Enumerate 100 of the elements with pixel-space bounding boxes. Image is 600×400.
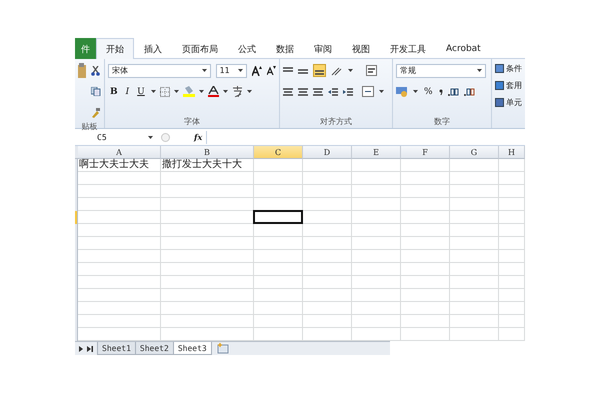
- table-cell: [254, 185, 303, 198]
- column-header[interactable]: E: [352, 146, 401, 159]
- caret-icon[interactable]: [379, 90, 384, 93]
- grow-font-icon[interactable]: [252, 66, 262, 76]
- wrap-text-icon[interactable]: [366, 65, 377, 76]
- column-header[interactable]: F: [401, 146, 450, 159]
- table-cell: [303, 289, 352, 302]
- ribbon-tab[interactable]: 开始: [96, 38, 134, 59]
- ribbon-tab[interactable]: 公式: [228, 38, 266, 59]
- border-icon[interactable]: [160, 86, 170, 96]
- comma-icon[interactable]: [438, 88, 443, 94]
- table-cell: [499, 328, 525, 341]
- merge-cells-icon[interactable]: [362, 86, 374, 97]
- increase-indent-icon[interactable]: [343, 86, 353, 96]
- phonetic-icon[interactable]: [232, 86, 243, 97]
- conditional-format-icon[interactable]: [495, 64, 504, 72]
- column-header[interactable]: G: [450, 146, 499, 159]
- group-label: 对齐方式: [320, 116, 352, 127]
- paste-icon[interactable]: [78, 62, 86, 78]
- insert-function-label[interactable]: fx: [194, 132, 202, 142]
- ribbon-tab[interactable]: 数据: [266, 38, 304, 59]
- table-cell: [499, 198, 525, 211]
- ribbon-tab[interactable]: 页面布局: [172, 38, 228, 59]
- fill-color-icon[interactable]: [182, 86, 195, 97]
- caret-icon[interactable]: [477, 69, 482, 72]
- table-cell: 啊士大夫士大夫: [78, 159, 161, 172]
- sheet-tab[interactable]: Sheet3: [172, 342, 212, 355]
- caret-icon[interactable]: [150, 90, 156, 93]
- table-cell: [499, 185, 525, 198]
- copy-icon[interactable]: [91, 87, 101, 96]
- font-color-icon[interactable]: [208, 86, 219, 97]
- table-cell: [254, 315, 303, 328]
- cell-style-icon[interactable]: [495, 98, 504, 106]
- caret-icon[interactable]: [148, 136, 153, 138]
- scissors-icon[interactable]: [91, 66, 100, 76]
- column-header[interactable]: D: [303, 146, 352, 159]
- caret-icon[interactable]: [413, 90, 418, 93]
- table-cell: [303, 276, 352, 289]
- table-cell: [499, 211, 525, 224]
- underline-button[interactable]: U: [135, 86, 147, 96]
- brush-icon[interactable]: [91, 108, 100, 118]
- shrink-font-icon[interactable]: [267, 66, 276, 75]
- column-header[interactable]: B: [161, 146, 254, 159]
- table-format-icon[interactable]: [495, 80, 504, 90]
- align-right-icon[interactable]: [313, 86, 323, 96]
- decrease-decimal-icon[interactable]: [462, 86, 475, 96]
- table-cell: [450, 263, 499, 276]
- name-box[interactable]: C5: [75, 130, 157, 144]
- ribbon-tab[interactable]: 审阅: [304, 38, 342, 59]
- ribbon-tab[interactable]: 开发工具: [380, 38, 436, 59]
- caret-icon[interactable]: [174, 90, 179, 93]
- caret-icon[interactable]: [238, 69, 243, 72]
- table-cell: [499, 276, 525, 289]
- file-tab[interactable]: 件: [75, 38, 96, 59]
- sheet-tab[interactable]: Sheet2: [134, 342, 174, 355]
- bold-button[interactable]: B: [108, 86, 120, 96]
- table-cell: [401, 185, 450, 198]
- percent-button[interactable]: %: [422, 86, 435, 96]
- increase-decimal-icon[interactable]: [446, 86, 459, 96]
- decrease-indent-icon[interactable]: [328, 86, 338, 96]
- table-cell: [450, 159, 499, 172]
- table-cell: [499, 302, 525, 315]
- ribbon-tab[interactable]: 插入: [134, 38, 172, 59]
- ribbon-tab[interactable]: Acrobat: [436, 38, 491, 59]
- sheet-tab[interactable]: Sheet1: [97, 342, 136, 355]
- caret-icon[interactable]: [246, 90, 252, 93]
- styles-label: 单元: [506, 96, 522, 108]
- column-header[interactable]: C: [254, 146, 303, 159]
- table-cell: [254, 172, 303, 185]
- font-name-field[interactable]: 宋体: [108, 64, 211, 78]
- align-bottom-icon[interactable]: [313, 64, 326, 77]
- name-box-value: C5: [97, 132, 107, 142]
- ribbon-tab[interactable]: 视图: [342, 38, 380, 59]
- orientation-icon[interactable]: [331, 66, 343, 76]
- caret-icon[interactable]: [222, 90, 228, 93]
- table-cell: [401, 198, 450, 211]
- table-cell: [450, 315, 499, 328]
- table-cell: [303, 211, 352, 224]
- currency-icon[interactable]: [396, 86, 409, 97]
- column-header[interactable]: H: [499, 146, 525, 159]
- table-cell: [352, 172, 401, 185]
- table-cell: [254, 237, 303, 250]
- align-left-icon[interactable]: [283, 86, 293, 96]
- last-sheet-icon[interactable]: [87, 346, 93, 352]
- column-header[interactable]: A: [78, 146, 161, 159]
- table-cell: [499, 172, 525, 185]
- font-size-field[interactable]: 11: [216, 64, 247, 78]
- table-cell: [401, 302, 450, 315]
- align-center-icon[interactable]: [298, 86, 308, 96]
- next-sheet-icon[interactable]: [79, 346, 83, 352]
- table-cell: [401, 172, 450, 185]
- table-cell: [401, 250, 450, 263]
- table-cell: [352, 302, 401, 315]
- cancel-icon: [161, 132, 170, 142]
- caret-icon[interactable]: [348, 69, 353, 72]
- italic-button[interactable]: I: [124, 86, 132, 96]
- caret-icon[interactable]: [198, 90, 204, 93]
- caret-icon[interactable]: [202, 69, 207, 72]
- number-format-field[interactable]: 常规: [396, 64, 486, 78]
- table-cell: [303, 224, 352, 237]
